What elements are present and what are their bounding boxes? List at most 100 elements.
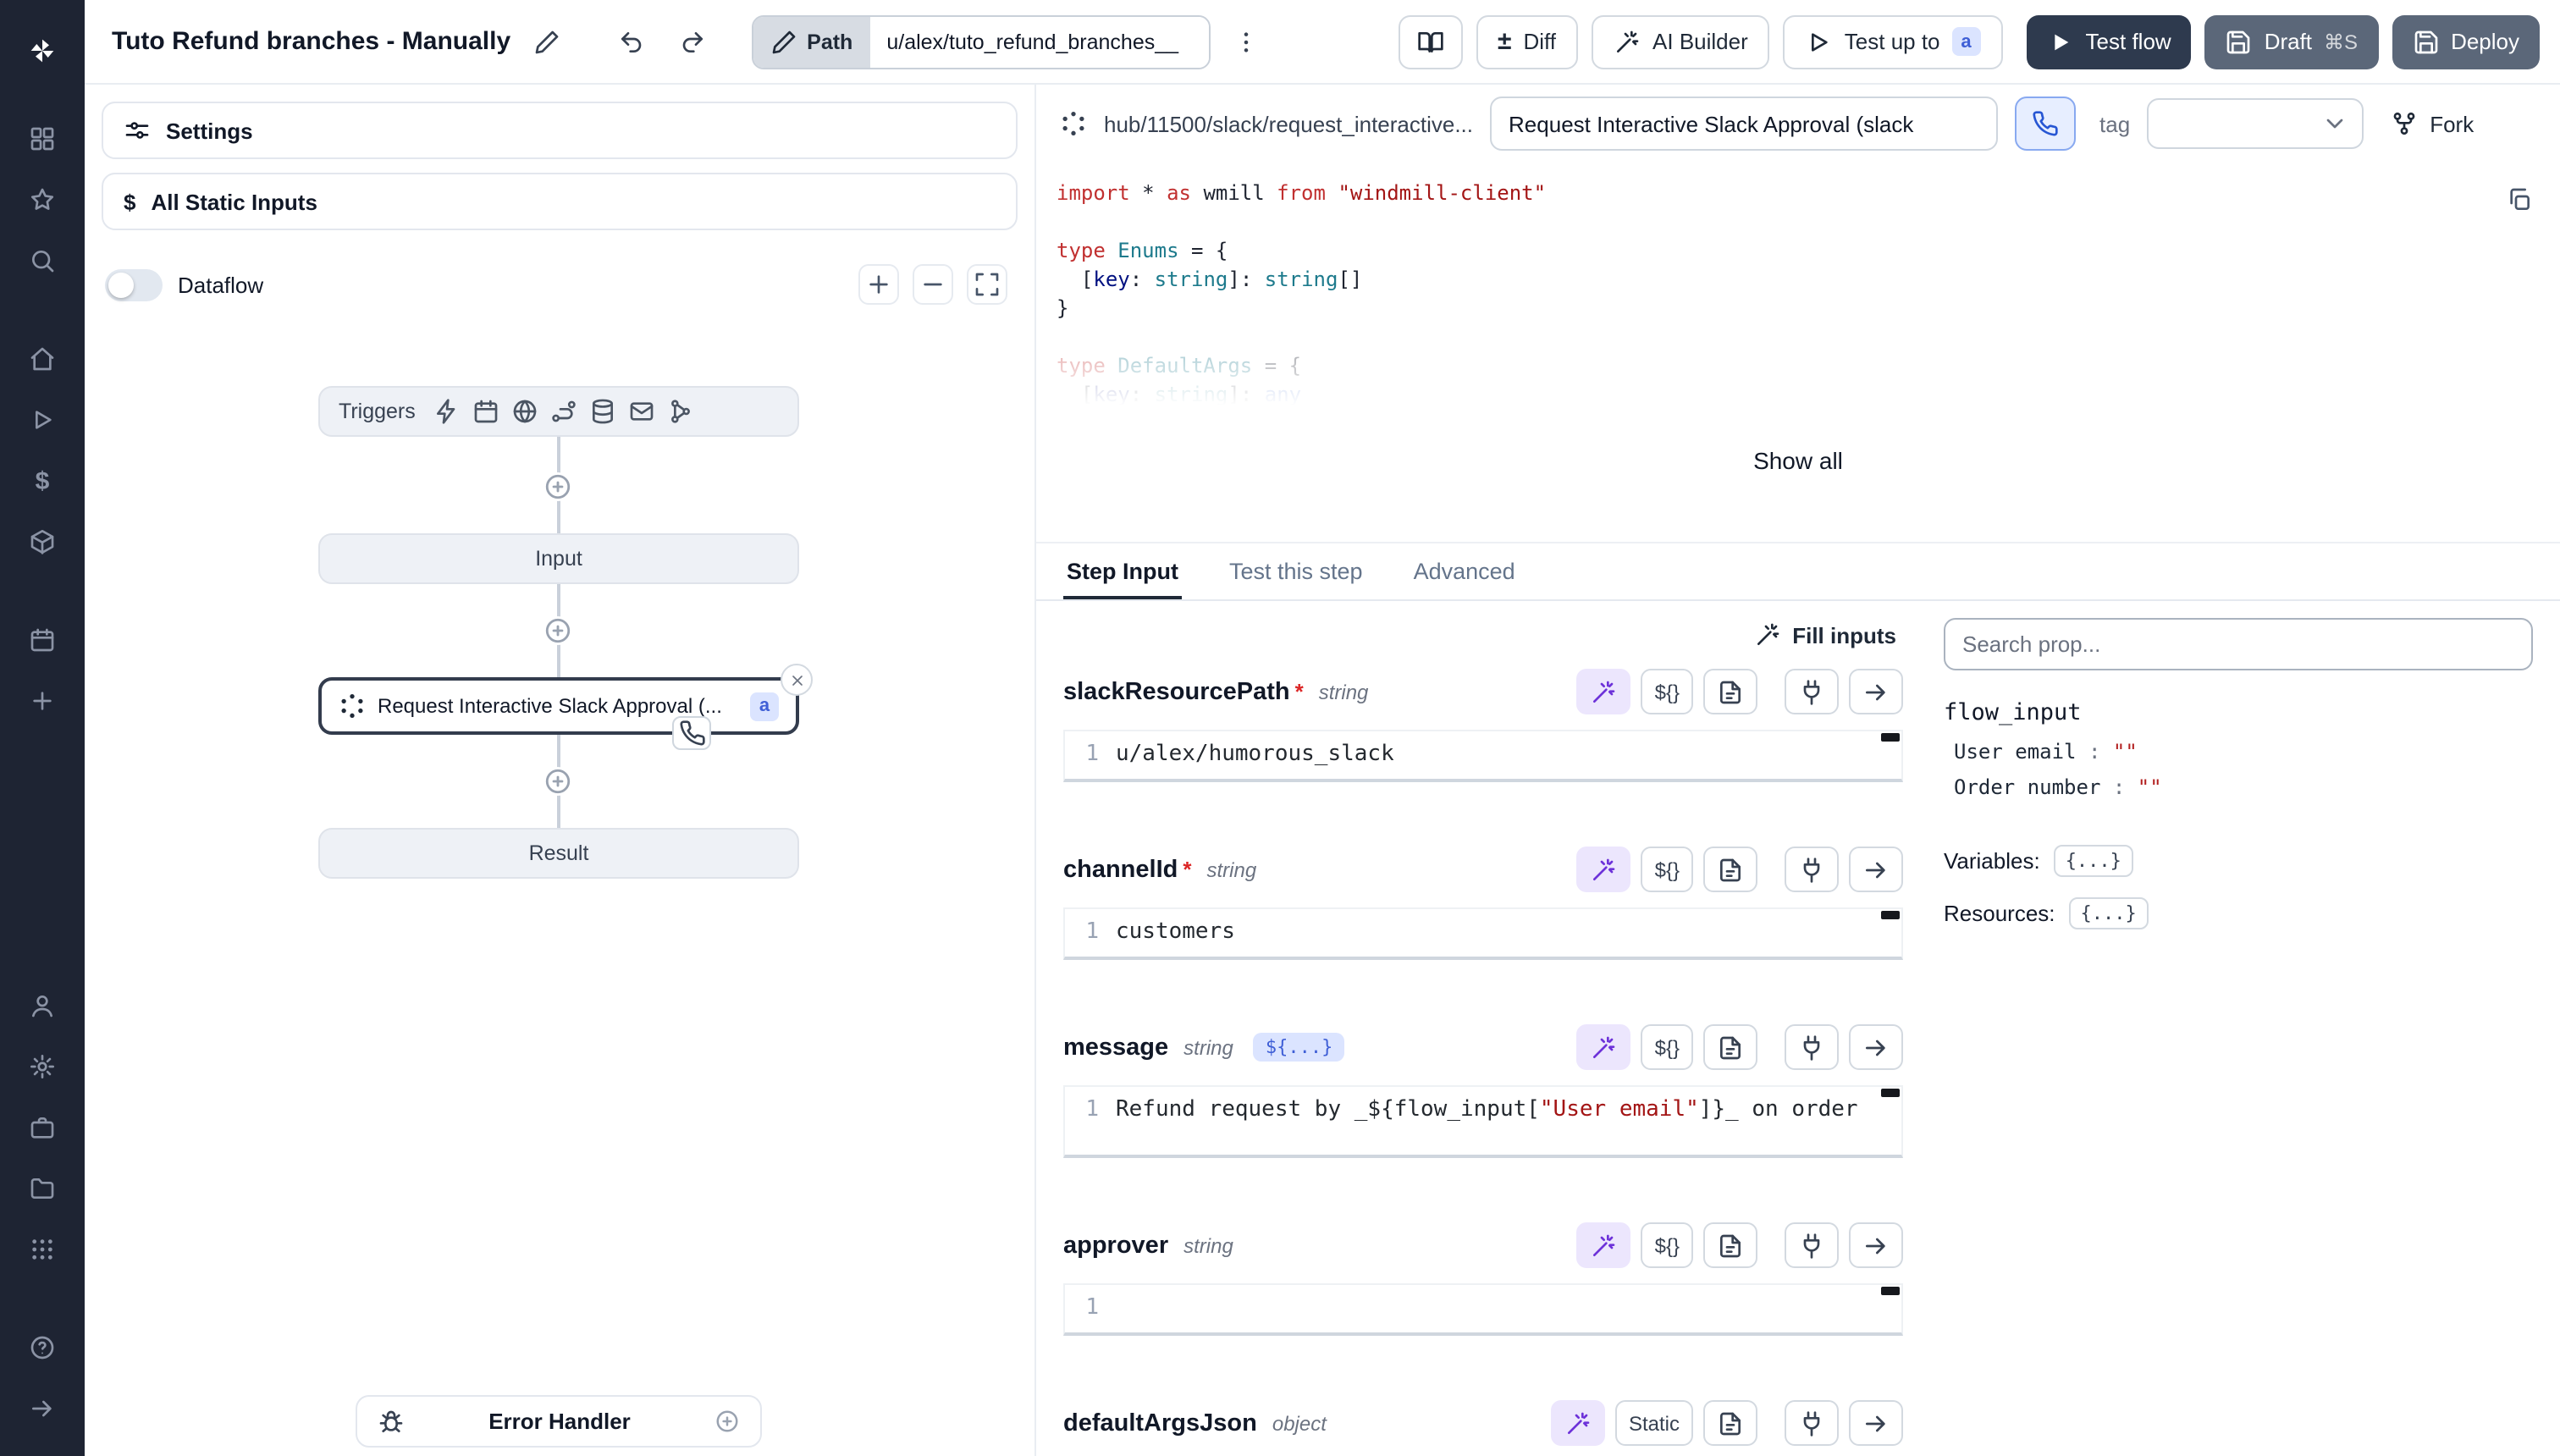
home-icon	[29, 345, 56, 372]
connect-input-button[interactable]	[1785, 1400, 1839, 1446]
dataflow-toggle[interactable]	[105, 268, 163, 301]
arrow-right-icon	[1862, 1232, 1890, 1259]
tab-step-input[interactable]: Step Input	[1063, 543, 1182, 599]
connect-input-button[interactable]	[1785, 847, 1839, 892]
ai-fill-button[interactable]	[1577, 669, 1631, 714]
sidebar-item-folders[interactable]	[0, 1158, 85, 1219]
expr-mode-button[interactable]: ${}	[1641, 1024, 1693, 1070]
docs-field-button[interactable]	[1703, 1400, 1757, 1446]
sidebar-collapse-button[interactable]	[0, 1378, 85, 1439]
redo-button[interactable]	[666, 16, 717, 67]
flow-input-root[interactable]: flow_input	[1944, 699, 2533, 726]
insert-step-button[interactable]	[543, 616, 572, 645]
undo-button[interactable]	[605, 16, 656, 67]
tag-select[interactable]	[2147, 98, 2364, 149]
field-value-editor[interactable]: 1 Refund request by _${flow_input["User …	[1063, 1085, 1903, 1158]
triggers-node[interactable]: Triggers	[318, 386, 799, 437]
docs-field-button[interactable]	[1703, 1222, 1757, 1268]
input-node-label: Input	[535, 547, 582, 571]
plug-icon	[1798, 1232, 1825, 1259]
fork-button[interactable]: Fork	[2384, 97, 2480, 151]
insert-expr-button[interactable]	[1849, 669, 1903, 714]
flow-settings-button[interactable]: Settings	[102, 102, 1018, 159]
sidebar-item-settings[interactable]	[0, 1036, 85, 1097]
suspend-approval-button[interactable]	[2015, 97, 2076, 151]
ai-fill-button[interactable]	[1551, 1400, 1605, 1446]
prop-row-order-number[interactable]: Order number : ""	[1954, 775, 2533, 799]
insert-expr-button[interactable]	[1849, 1222, 1903, 1268]
tab-test-this-step[interactable]: Test this step	[1226, 543, 1366, 599]
test-up-to-button[interactable]: Test up toa	[1784, 14, 2003, 69]
connect-input-button[interactable]	[1785, 669, 1839, 714]
field-value-editor[interactable]: 1 customers	[1063, 907, 1903, 960]
error-handler-node[interactable]: Error Handler	[356, 1395, 762, 1448]
docs-field-button[interactable]	[1703, 847, 1757, 892]
plug-icon	[1798, 1034, 1825, 1061]
search-prop-input[interactable]	[1944, 618, 2533, 670]
path-edit-button[interactable]: Path	[753, 16, 869, 67]
insert-expr-button[interactable]	[1849, 1024, 1903, 1070]
static-mode-button[interactable]: Static	[1615, 1400, 1693, 1446]
expr-mode-button[interactable]: ${}	[1641, 1222, 1693, 1268]
code-editor[interactable]: import * as wmill from "windmill-client"…	[1036, 163, 2560, 410]
ai-builder-button[interactable]: AI Builder	[1592, 14, 1770, 69]
input-node[interactable]: Input	[318, 533, 799, 584]
resources-section[interactable]: Resources:{...}	[1944, 897, 2533, 929]
sidebar-item-home[interactable]	[0, 328, 85, 389]
result-node[interactable]: Result	[318, 828, 799, 879]
step-node-a[interactable]: Request Interactive Slack Approval (... …	[318, 677, 799, 735]
more-menu-button[interactable]	[1220, 16, 1271, 67]
docs-field-button[interactable]	[1703, 669, 1757, 714]
deploy-button[interactable]: Deploy	[2392, 14, 2540, 69]
insert-step-button[interactable]	[543, 767, 572, 796]
sidebar-item-help[interactable]	[0, 1317, 85, 1378]
all-static-inputs-button[interactable]: $ All Static Inputs	[102, 173, 1018, 230]
sidebar-item-favorites[interactable]	[0, 169, 85, 230]
connect-input-button[interactable]	[1785, 1024, 1839, 1070]
copy-code-button[interactable]	[2506, 186, 2533, 213]
sidebar-item-workspace[interactable]	[0, 1097, 85, 1158]
sidebar-item-runs[interactable]	[0, 389, 85, 450]
zoom-in-button[interactable]	[858, 264, 899, 305]
sidebar-item-resources[interactable]	[0, 511, 85, 572]
tab-advanced[interactable]: Advanced	[1410, 543, 1519, 599]
expr-mode-button[interactable]: ${}	[1641, 847, 1693, 892]
docs-field-button[interactable]	[1703, 1024, 1757, 1070]
insert-expr-button[interactable]	[1849, 1400, 1903, 1446]
docs-button[interactable]	[1398, 14, 1462, 69]
suspend-approval-badge[interactable]	[672, 716, 711, 750]
ai-fill-button[interactable]	[1577, 847, 1631, 892]
sidebar-item-add[interactable]	[0, 670, 85, 731]
sidebar-item-account[interactable]	[0, 975, 85, 1036]
diff-button[interactable]: ±Diff	[1476, 14, 1578, 69]
ai-fill-button[interactable]	[1577, 1222, 1631, 1268]
sidebar-item-dashboard[interactable]	[0, 108, 85, 169]
sidebar-item-schedules[interactable]	[0, 609, 85, 670]
topbar-actions: ±Diff AI Builder Test up toa Test flow D…	[1398, 14, 2540, 69]
path-input[interactable]	[869, 16, 1208, 67]
field-value-editor[interactable]: 1 u/alex/humorous_slack	[1063, 730, 1903, 782]
zoom-out-button[interactable]	[913, 264, 953, 305]
show-all-button[interactable]: Show all	[1730, 437, 1867, 484]
windmill-logo[interactable]	[0, 20, 85, 81]
code-line: [key: string]: any	[1057, 381, 2560, 410]
sidebar-item-variables[interactable]: $	[0, 450, 85, 511]
sidebar-item-search[interactable]	[0, 230, 85, 291]
expr-mode-button[interactable]: ${}	[1641, 669, 1693, 714]
sidebar-item-apps[interactable]	[0, 1219, 85, 1280]
edit-title-button[interactable]	[521, 16, 571, 67]
draft-button[interactable]: Draft⌘S	[2205, 14, 2378, 69]
connect-input-button[interactable]	[1785, 1222, 1839, 1268]
field-value-editor[interactable]: 1	[1063, 1283, 1903, 1336]
ai-fill-button[interactable]	[1577, 1024, 1631, 1070]
step-summary-input[interactable]	[1490, 97, 1998, 151]
delete-step-button[interactable]	[781, 664, 813, 696]
prop-row-user-email[interactable]: User email : ""	[1954, 740, 2533, 764]
line-number: 1	[1075, 916, 1099, 948]
fit-view-button[interactable]	[967, 264, 1007, 305]
insert-expr-button[interactable]	[1849, 847, 1903, 892]
insert-step-button[interactable]	[543, 472, 572, 501]
fill-inputs-button[interactable]: Fill inputs	[1753, 621, 1896, 648]
variables-section[interactable]: Variables:{...}	[1944, 845, 2533, 877]
test-flow-button[interactable]: Test flow	[2027, 14, 2192, 69]
